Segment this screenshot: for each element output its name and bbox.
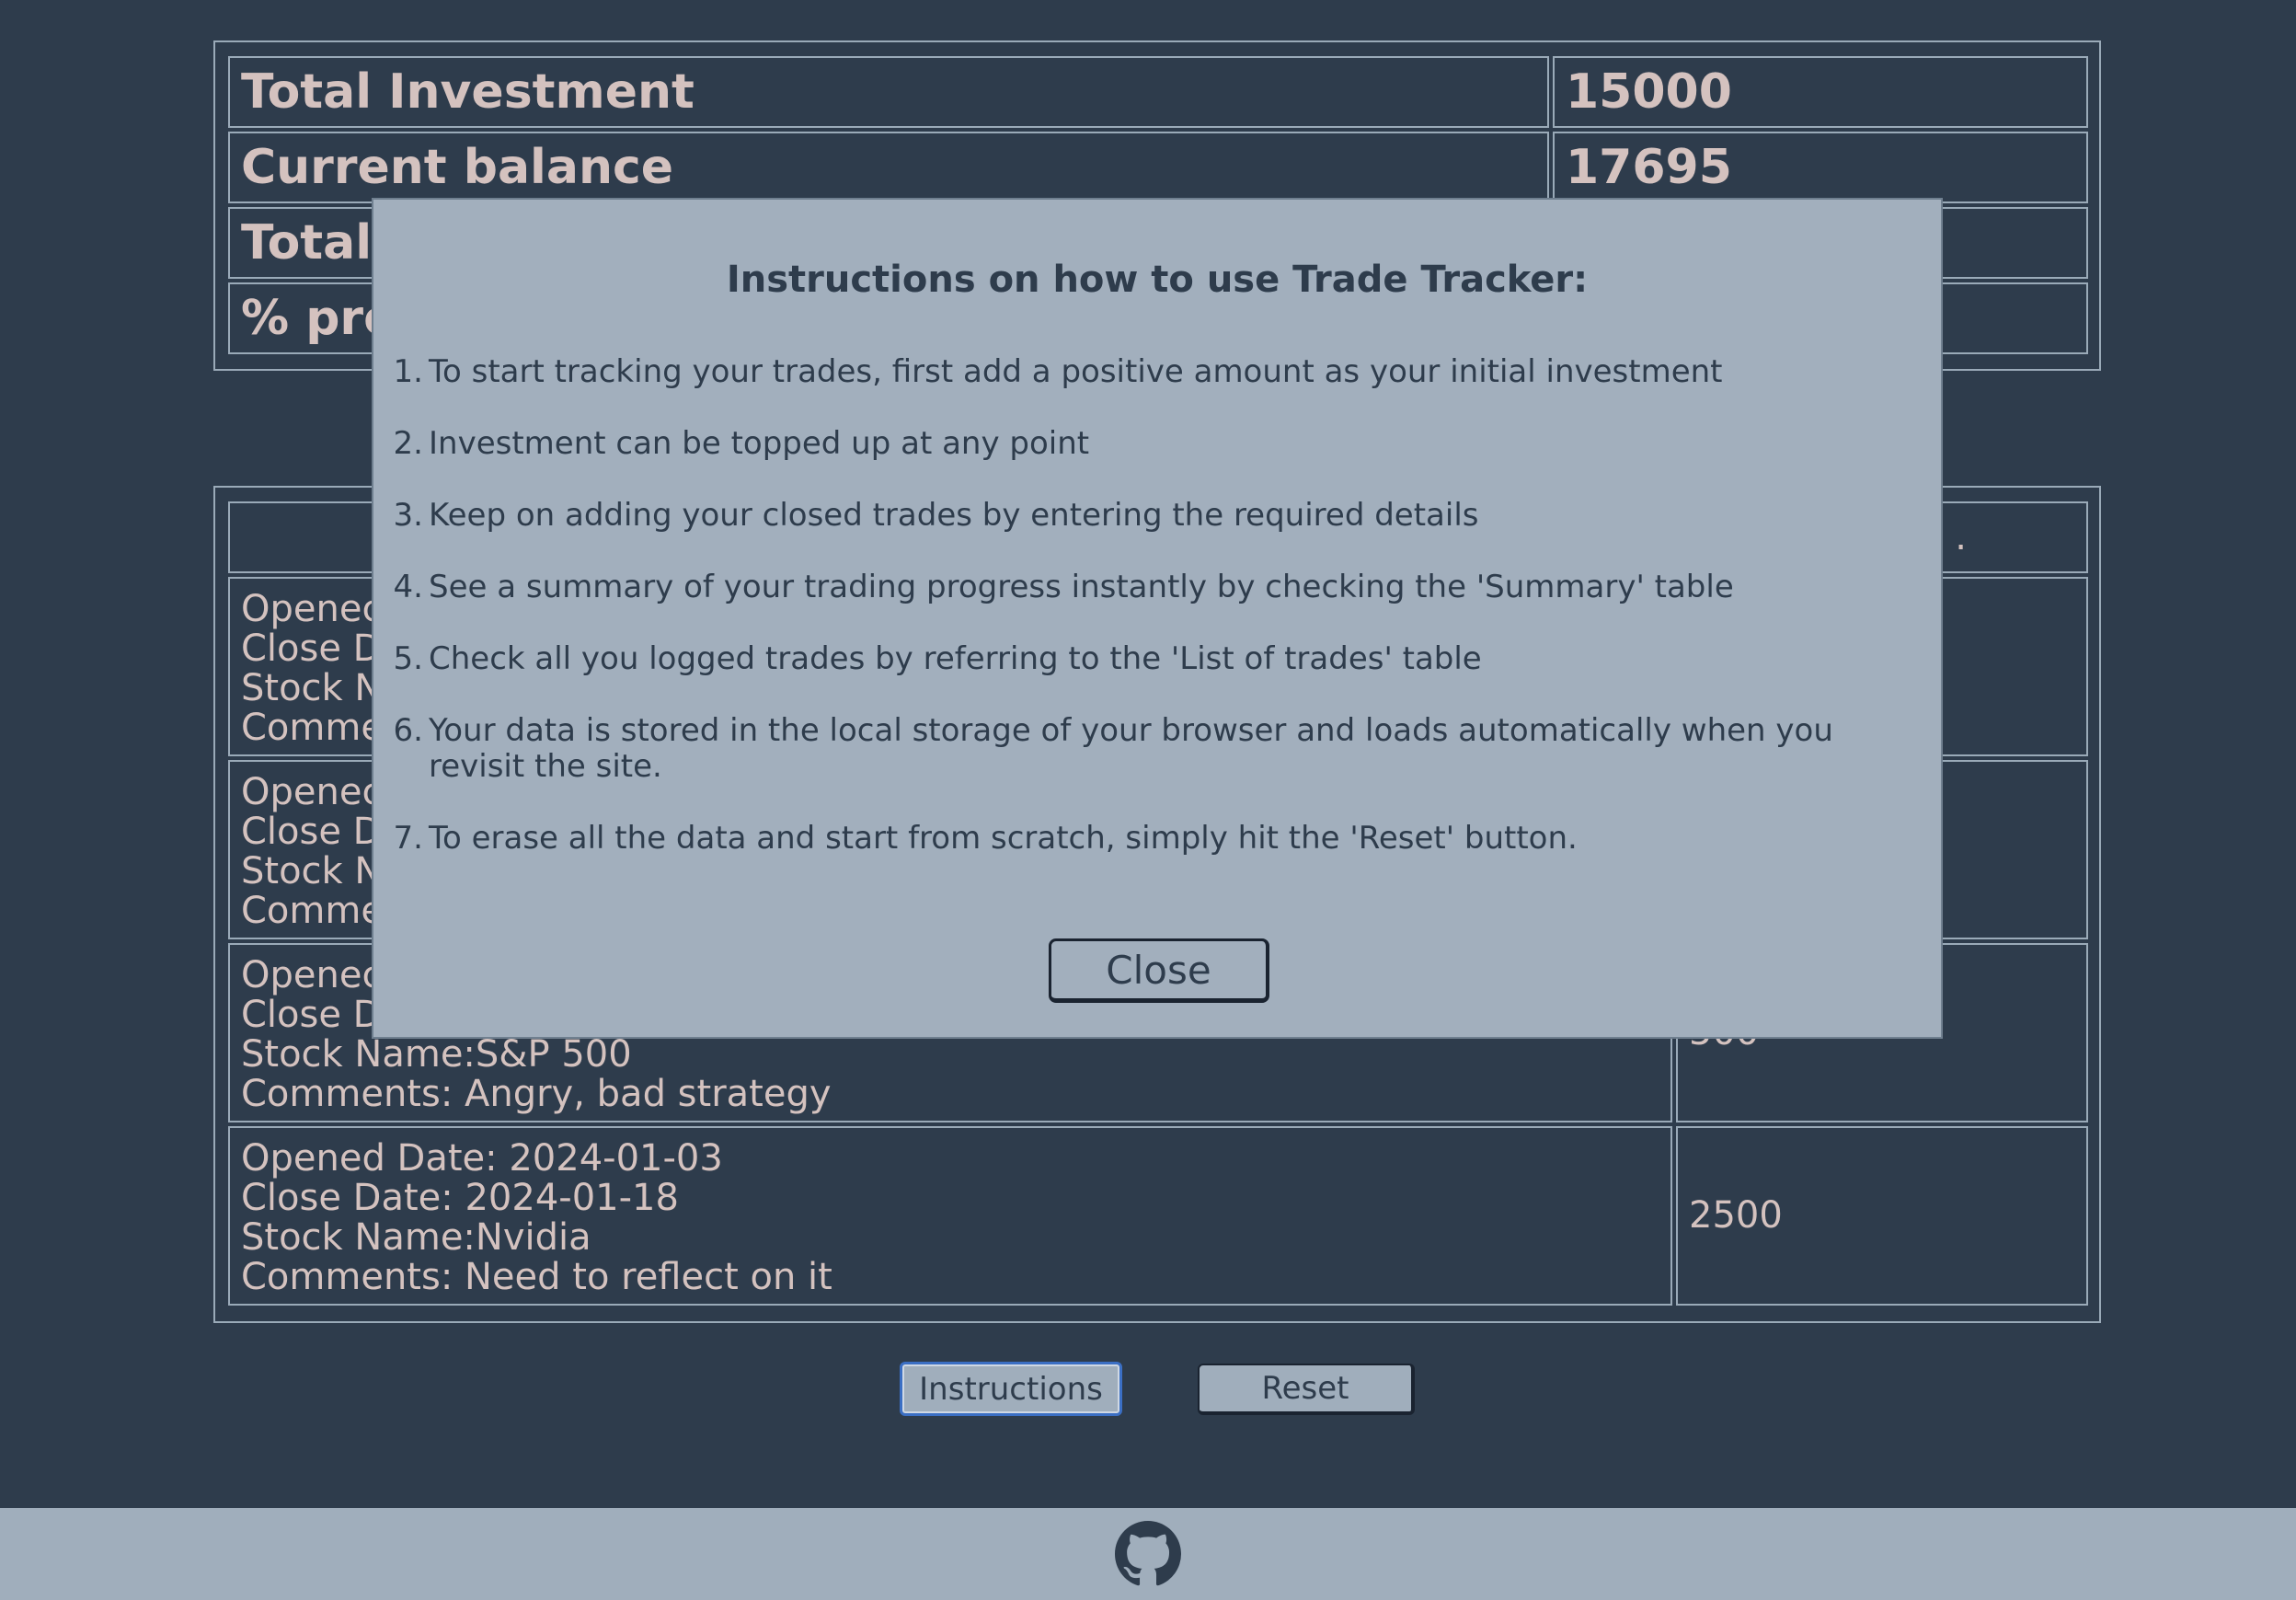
trade-comments: Comments: Angry, bad strategy (241, 1073, 832, 1115)
github-icon[interactable] (1115, 1521, 1181, 1587)
instruction-item: 5. Check all you logged trades by referr… (381, 641, 1889, 677)
instruction-number: 3. (393, 497, 423, 534)
instruction-text: Check all you logged trades by referring… (429, 640, 1482, 677)
summary-value-total-investment: 15000 (1553, 56, 2088, 128)
instruction-number: 4. (393, 569, 423, 605)
instruction-item: 3. Keep on adding your closed trades by … (381, 498, 1889, 534)
trade-row-value: 2500 (1676, 1126, 2088, 1306)
instruction-number: 7. (393, 820, 423, 857)
summary-label-current-balance: Current balance (228, 132, 1549, 203)
instruction-number: 5. (393, 640, 423, 677)
instruction-text: Keep on adding your closed trades by ent… (429, 497, 1479, 534)
instructions-list: 1. To start tracking your trades, first … (381, 354, 1889, 892)
instructions-modal: Instructions on how to use Trade Tracker… (372, 198, 1943, 1039)
trade-comments: Comments: Need to reflect on it (241, 1256, 832, 1298)
instruction-item: 4. See a summary of your trading progres… (381, 570, 1889, 605)
summary-label-total-investment: Total Investment (228, 56, 1549, 128)
trade-stock-name: Stock Name:S&P 500 (241, 1033, 632, 1076)
instruction-text: To start tracking your trades, first add… (429, 353, 1723, 390)
modal-title: Instructions on how to use Trade Tracker… (726, 259, 1589, 301)
instruction-number: 6. (393, 712, 423, 749)
instruction-item: 6. Your data is stored in the local stor… (381, 713, 1889, 785)
instruction-item: 7. To erase all the data and start from … (381, 821, 1889, 857)
instruction-number: 2. (393, 425, 423, 462)
instruction-number: 1. (393, 353, 423, 390)
footer (0, 1508, 2296, 1600)
trade-opened-date: Opened Date: 2024-01-03 (241, 1137, 723, 1180)
instruction-text: Investment can be topped up at any point (429, 425, 1090, 462)
instruction-text: To erase all the data and start from scr… (429, 820, 1578, 857)
trade-stock-name: Stock Name:Nvidia (241, 1216, 591, 1259)
summary-value-current-balance: 17695 (1553, 132, 2088, 203)
close-button[interactable]: Close (1049, 938, 1269, 1003)
trade-close-date: Close Date: 2024-01-18 (241, 1177, 679, 1219)
instruction-item: 2. Investment can be topped up at any po… (381, 426, 1889, 462)
instructions-button[interactable]: Instructions (900, 1362, 1122, 1416)
instruction-text: Your data is stored in the local storage… (429, 712, 1833, 785)
instruction-item: 1. To start tracking your trades, first … (381, 354, 1889, 390)
instruction-text: See a summary of your trading progress i… (429, 569, 1734, 605)
trade-row-details: Opened Date: 2024-01-03 Close Date: 2024… (228, 1126, 1672, 1306)
reset-button[interactable]: Reset (1198, 1364, 1415, 1415)
